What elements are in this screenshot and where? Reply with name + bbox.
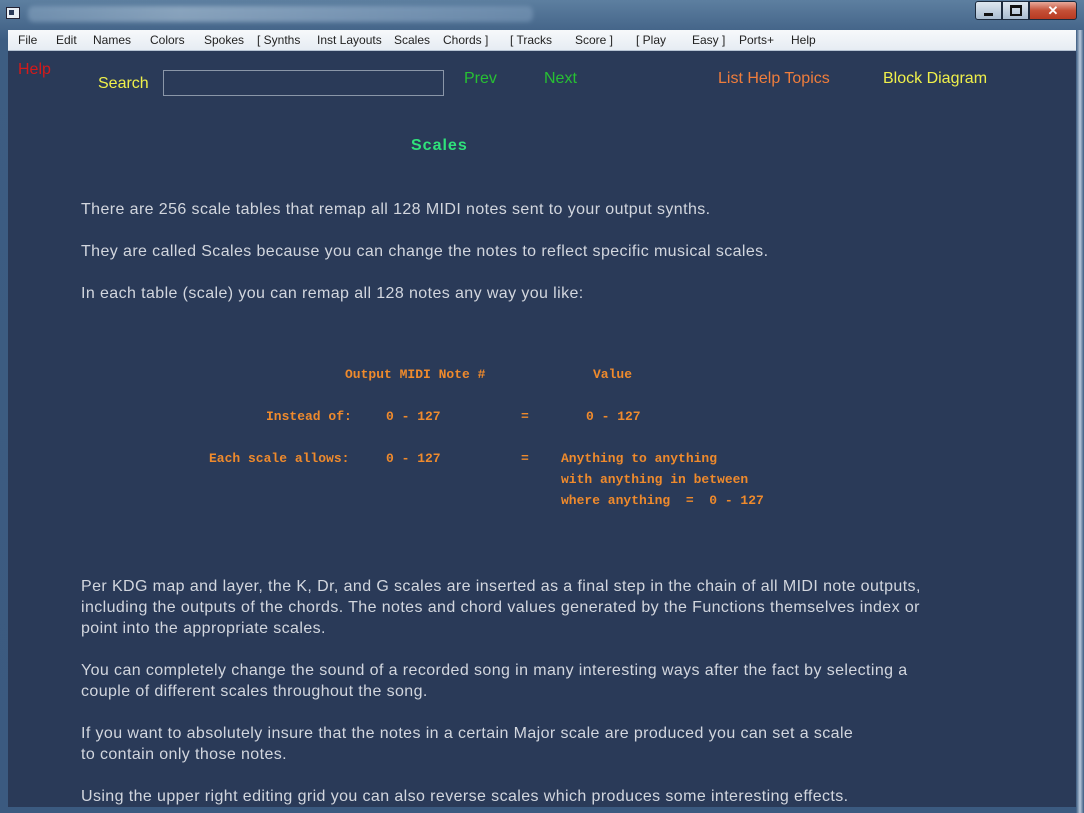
block-diagram-link[interactable]: Block Diagram xyxy=(883,70,987,88)
row-equals: = xyxy=(521,451,529,466)
intro-paragraph: In each table (scale) you can remap all … xyxy=(81,285,584,302)
menu-file[interactable]: File xyxy=(18,33,37,47)
row-value: 0 - 127 xyxy=(586,409,641,424)
search-label: Search xyxy=(98,75,149,92)
row-label: Each scale allows: xyxy=(209,451,350,466)
menu-scales[interactable]: Scales xyxy=(394,33,430,47)
menu-bar: File Edit Names Colors Spokes [ Synths I… xyxy=(8,30,1076,51)
close-button[interactable]: ✕ xyxy=(1029,1,1077,20)
menu-play[interactable]: [ Play xyxy=(636,33,666,47)
row-value: where anything = 0 - 127 xyxy=(561,493,764,508)
menu-colors[interactable]: Colors xyxy=(150,33,185,47)
close-icon: ✕ xyxy=(1047,3,1059,18)
search-input[interactable] xyxy=(163,70,444,96)
menu-easy[interactable]: Easy ] xyxy=(692,33,725,47)
menu-chords[interactable]: Chords ] xyxy=(443,33,488,47)
body-paragraph: Per KDG map and layer, the K, Dr, and G … xyxy=(81,578,921,637)
window-border xyxy=(1076,30,1084,813)
row-note: 0 - 127 xyxy=(386,451,441,466)
row-equals: = xyxy=(521,409,529,424)
app-window: ✕ File Edit Names Colors Spokes [ Synths… xyxy=(0,0,1084,813)
help-content: Help Search Prev Next List Help Topics B… xyxy=(8,51,1076,807)
menu-inst-layouts[interactable]: Inst Layouts xyxy=(317,33,382,47)
maximize-icon xyxy=(1009,5,1022,16)
intro-paragraph: They are called Scales because you can c… xyxy=(81,243,769,260)
menu-score[interactable]: Score ] xyxy=(575,33,613,47)
page-title: Scales xyxy=(411,137,468,154)
menu-edit[interactable]: Edit xyxy=(56,33,77,47)
window-title xyxy=(28,6,533,22)
menu-tracks[interactable]: [ Tracks xyxy=(510,33,552,47)
table-header-value: Value xyxy=(593,367,633,382)
title-bar[interactable]: ✕ xyxy=(0,0,1084,30)
minimize-button[interactable] xyxy=(975,1,1002,20)
next-link[interactable]: Next xyxy=(544,70,577,88)
row-note: 0 - 127 xyxy=(386,409,441,424)
table-header-note: Output MIDI Note # xyxy=(345,367,486,382)
menu-names[interactable]: Names xyxy=(93,33,131,47)
body-paragraph: Using the upper right editing grid you c… xyxy=(81,788,849,805)
menu-help[interactable]: Help xyxy=(791,33,816,47)
menu-ports[interactable]: Ports+ xyxy=(739,33,774,47)
body-paragraph: You can completely change the sound of a… xyxy=(81,662,908,700)
maximize-button[interactable] xyxy=(1002,1,1029,20)
help-label: Help xyxy=(18,61,51,78)
minimize-icon xyxy=(984,12,993,16)
intro-paragraph: There are 256 scale tables that remap al… xyxy=(81,201,711,218)
menu-spokes[interactable]: Spokes xyxy=(204,33,244,47)
list-help-topics-link[interactable]: List Help Topics xyxy=(718,70,830,88)
prev-link[interactable]: Prev xyxy=(464,70,497,88)
row-value: Anything to anything xyxy=(561,451,718,466)
body-paragraph: If you want to absolutely insure that th… xyxy=(81,725,854,763)
row-value: with anything in between xyxy=(561,472,749,487)
row-label: Instead of: xyxy=(266,409,352,424)
menu-synths[interactable]: [ Synths xyxy=(257,33,300,47)
app-icon[interactable] xyxy=(6,7,20,19)
